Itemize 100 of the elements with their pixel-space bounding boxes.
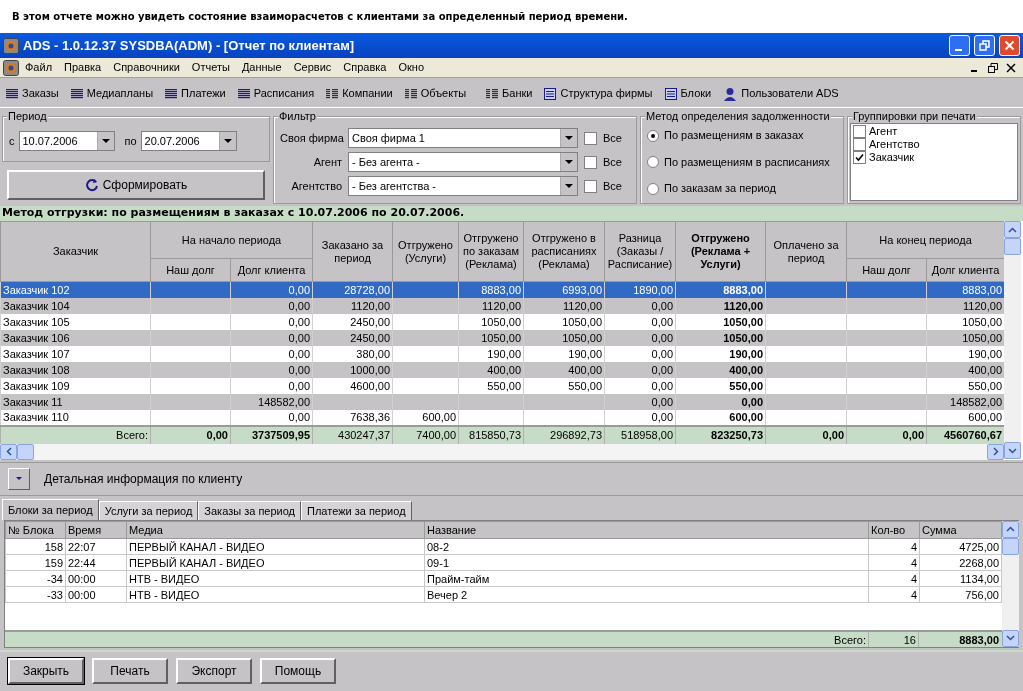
date-field[interactable]: 20.07.2006 xyxy=(140,131,237,151)
menu-item[interactable]: Отчеты xyxy=(185,59,236,76)
vertical-scrollbar[interactable] xyxy=(1004,221,1021,459)
app-icon xyxy=(3,37,19,54)
filter-label: Агент xyxy=(312,154,342,170)
table-cell: 1050,00 xyxy=(458,313,524,330)
scroll-up-button[interactable] xyxy=(1004,221,1021,238)
toolbar-button[interactable]: Расписания xyxy=(237,85,315,102)
dialog-button[interactable]: Экспорт xyxy=(176,658,252,685)
table-cell: 550,00 xyxy=(675,377,766,394)
table-cell: 4600,00 xyxy=(312,377,393,394)
tab[interactable]: Услуги за период xyxy=(98,500,199,520)
menu-item[interactable]: Данные xyxy=(235,59,288,76)
build-button[interactable]: Сформировать xyxy=(7,170,265,200)
radio-button[interactable] xyxy=(647,182,659,195)
total-cell: 7400,00 xyxy=(392,425,459,444)
menu-item[interactable]: Сервис xyxy=(287,59,338,76)
toolbar-button[interactable]: Медиапланы xyxy=(70,85,154,102)
table-cell: Заказчик 107 xyxy=(0,345,151,362)
total-cell: 518958,00 xyxy=(604,425,676,444)
select-field[interactable]: Своя фирма 1 xyxy=(348,128,578,148)
toolbar-button[interactable]: Компании xyxy=(326,85,393,102)
vertical-scrollbar[interactable] xyxy=(1002,520,1019,647)
checkbox[interactable] xyxy=(853,138,866,151)
table-cell: 550,00 xyxy=(458,377,524,394)
menu-item[interactable]: Окно xyxy=(392,59,431,76)
close-button[interactable] xyxy=(999,35,1020,56)
menu-item[interactable]: Справочники xyxy=(107,59,186,76)
checkbox[interactable] xyxy=(584,131,597,145)
table-cell: 1120,00 xyxy=(458,297,524,314)
toolbar-button[interactable]: Структура фирмы xyxy=(544,85,653,102)
tab[interactable]: Заказы за период xyxy=(198,500,302,520)
table-cell: 4 xyxy=(868,586,920,603)
dialog-button[interactable]: Закрыть xyxy=(8,658,84,685)
tab[interactable]: Платежи за период xyxy=(301,500,412,520)
list-icon xyxy=(6,88,18,99)
table-cell: 0,00 xyxy=(230,313,313,330)
checkbox[interactable] xyxy=(853,151,866,164)
document-icon xyxy=(664,87,677,100)
toolbar-button[interactable]: Пользователи ADS xyxy=(723,85,839,102)
checkbox-label: Агентство xyxy=(869,137,920,153)
caret-icon xyxy=(16,477,22,480)
menu-item[interactable]: Файл xyxy=(19,59,59,76)
table-cell: 400,00 xyxy=(523,361,605,378)
menu-item[interactable]: Правка xyxy=(58,59,108,76)
table-cell: 190,00 xyxy=(675,345,766,362)
scroll-down-button[interactable] xyxy=(1004,442,1021,459)
total-cell: 0,00 xyxy=(846,425,927,444)
grid-icon xyxy=(486,88,499,99)
toolbar-button[interactable]: Блоки xyxy=(664,85,712,102)
table-cell: 1050,00 xyxy=(675,329,766,346)
radio-button[interactable] xyxy=(647,156,659,168)
restore-icon[interactable] xyxy=(988,62,998,73)
caret-icon xyxy=(565,136,573,140)
scroll-thumb[interactable] xyxy=(1004,238,1021,255)
toolbar-button[interactable]: Объекты xyxy=(404,85,467,102)
menu-item[interactable]: Справка xyxy=(337,59,393,76)
scroll-thumb[interactable] xyxy=(1002,537,1019,555)
total-label: Всего: xyxy=(833,632,867,647)
select-field[interactable]: - Без агента - xyxy=(348,152,578,172)
radio-label: По размещениям в расписаниях xyxy=(664,154,830,170)
table-cell: 6993,00 xyxy=(523,281,605,298)
close-icon[interactable] xyxy=(1006,62,1016,73)
minimize-button[interactable] xyxy=(949,35,970,56)
table-cell: 08-2 xyxy=(424,538,869,555)
dialog-button[interactable]: Помощь xyxy=(260,658,336,685)
table-cell: 159 xyxy=(5,554,66,571)
table-cell: Заказчик 106 xyxy=(0,329,151,346)
refresh-icon xyxy=(84,178,99,192)
date-field[interactable]: 10.07.2006 xyxy=(18,131,115,151)
group-title: Фильтр xyxy=(278,109,317,123)
restore-button[interactable] xyxy=(974,35,995,56)
select-field[interactable]: - Без агентства - xyxy=(348,176,578,196)
checkbox[interactable] xyxy=(584,155,597,169)
tab[interactable]: Блоки за период xyxy=(2,498,99,520)
scroll-up-button[interactable] xyxy=(1002,520,1019,538)
column-header: Отгружено (Реклама + Услуги) xyxy=(675,221,766,282)
table-cell: Заказчик 11 xyxy=(0,393,151,410)
toolbar-button[interactable]: Заказы xyxy=(6,85,59,102)
total-cell: 815850,73 xyxy=(458,425,524,444)
table-cell: 380,00 xyxy=(312,345,393,362)
user-icon xyxy=(723,86,738,101)
caret-icon xyxy=(565,184,573,188)
column-header: Заказано за период xyxy=(312,221,393,282)
total-cell: 0,00 xyxy=(150,425,231,444)
table-cell: 0,00 xyxy=(675,393,766,410)
dialog-button[interactable]: Печать xyxy=(92,658,168,685)
table-cell: ПЕРВЫЙ КАНАЛ - ВИДЕО xyxy=(126,554,425,571)
total-cell: Всего: xyxy=(0,425,151,444)
toolbar-button[interactable]: Банки xyxy=(486,85,533,102)
column-header: На конец периода xyxy=(846,221,1004,259)
checkbox[interactable] xyxy=(853,125,866,138)
expand-button[interactable] xyxy=(8,467,30,490)
total-cell: 16 xyxy=(868,631,919,647)
toolbar-button[interactable]: Платежи xyxy=(165,85,226,102)
scroll-down-button[interactable] xyxy=(1002,629,1019,647)
table-cell: 158 xyxy=(5,538,66,555)
checkbox[interactable] xyxy=(584,179,597,193)
radio-button[interactable] xyxy=(647,129,659,142)
table-cell: 0,00 xyxy=(230,329,313,346)
